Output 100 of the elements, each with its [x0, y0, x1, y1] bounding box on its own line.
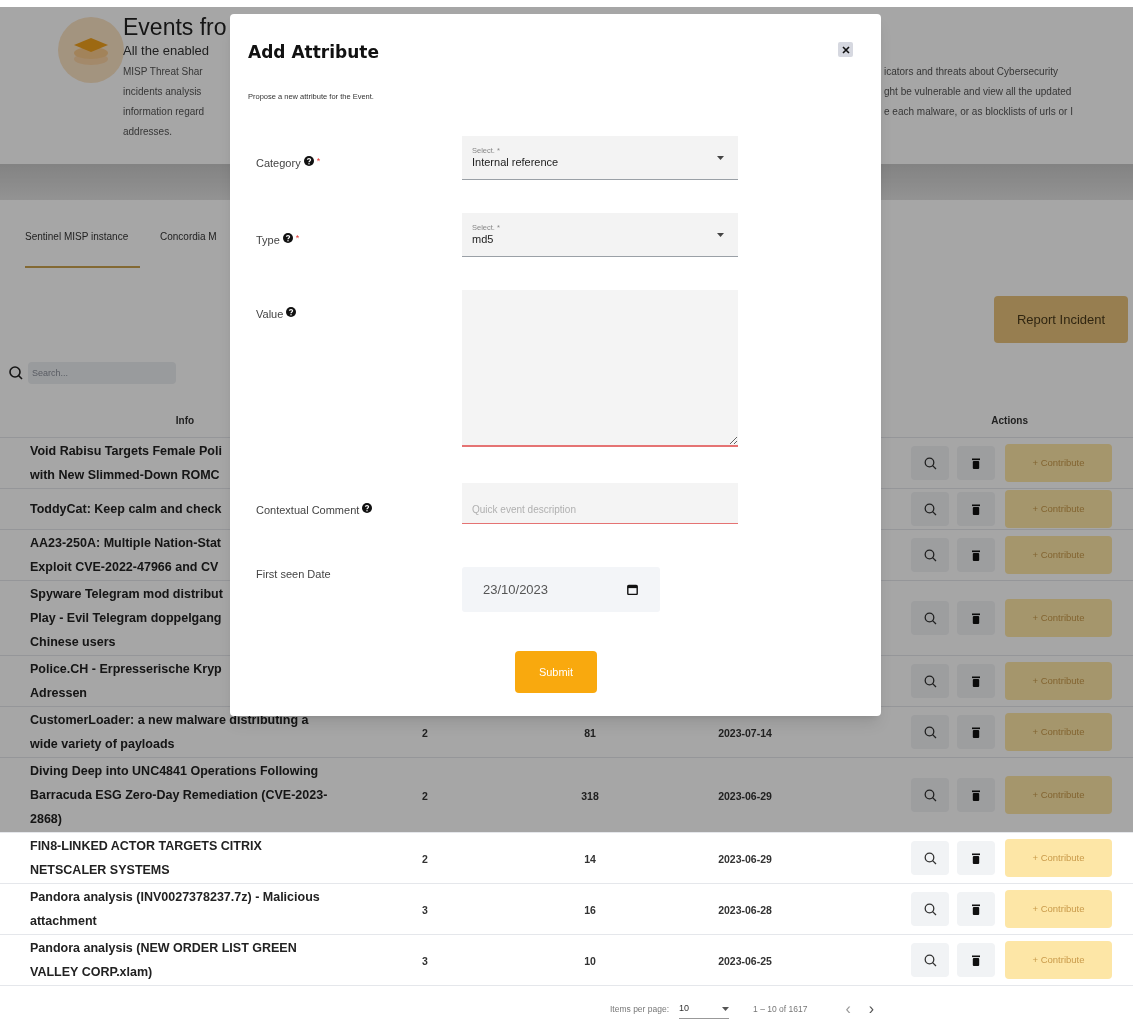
event-info: Exploit CVE-2022-47966 and CV: [30, 559, 219, 576]
view-button[interactable]: [911, 715, 949, 749]
view-button[interactable]: [911, 943, 949, 977]
table-cell: 2: [422, 853, 428, 865]
view-button[interactable]: [911, 538, 949, 572]
view-button[interactable]: [911, 446, 949, 480]
field-label: Contextual Comment: [256, 502, 360, 517]
description-text: MISP Threat Shar: [123, 64, 203, 79]
event-info: Spyware Telegram mod distribut: [30, 586, 223, 603]
search-icon: [923, 953, 937, 967]
page-range: 1 – 10 of 1617: [753, 1002, 808, 1016]
delete-button[interactable]: [957, 841, 995, 875]
event-info: CustomerLoader: a new malware distributing a wide variety of payloads: [30, 712, 310, 753]
search-icon: [923, 502, 937, 516]
view-button[interactable]: [911, 778, 949, 812]
page-title: Events fro: [123, 13, 228, 41]
contribute-button[interactable]: + Contribute: [1005, 839, 1112, 877]
search-icon: [923, 548, 937, 562]
description-text: e each malware, or as blocklists of urls or I: [884, 104, 1073, 119]
view-button[interactable]: [911, 664, 949, 698]
contribute-button[interactable]: + Contribute: [1005, 890, 1112, 928]
table-cell: 2: [422, 790, 428, 802]
dialog-title: Add Attribute: [248, 41, 379, 64]
dropdown-icon: [722, 1006, 730, 1011]
table-cell: 14: [584, 853, 596, 865]
view-button[interactable]: [911, 841, 949, 875]
delete-button[interactable]: [957, 492, 995, 526]
table-cell: 2023-06-29: [718, 790, 772, 802]
field-label: Type: [256, 232, 280, 247]
trash-icon: [972, 612, 980, 624]
table-cell: 3: [422, 955, 428, 967]
table-cell: 2023-06-25: [718, 955, 772, 967]
search-icon: [923, 851, 937, 865]
event-info: with New Slimmed-Down ROMC: [30, 467, 220, 484]
description-text: All the enabled: [123, 42, 209, 61]
tab[interactable]: Sentinel MISP instance: [25, 220, 140, 268]
next-page-button[interactable]: ›: [868, 997, 875, 1021]
delete-button[interactable]: [957, 601, 995, 635]
view-button[interactable]: [911, 892, 949, 926]
trash-icon: [972, 903, 980, 915]
tab[interactable]: Concordia M: [160, 220, 217, 268]
field-label: Value: [256, 306, 284, 321]
trash-icon: [972, 852, 980, 864]
trash-icon: [972, 549, 980, 561]
field-label: First seen Date: [256, 566, 331, 581]
delete-button[interactable]: [957, 778, 995, 812]
delete-button[interactable]: [957, 715, 995, 749]
close-icon: [841, 45, 850, 54]
logo-icon: [58, 17, 124, 83]
previous-page-button[interactable]: ‹: [845, 997, 851, 1021]
event-info: Adressen: [30, 685, 87, 702]
close-button[interactable]: [838, 42, 853, 57]
delete-button[interactable]: [957, 446, 995, 480]
field-label: Category: [256, 155, 301, 170]
table-cell: 81: [584, 727, 596, 739]
search-icon: [8, 365, 24, 381]
required-mark: *: [316, 155, 321, 166]
column-header: Info: [174, 413, 196, 428]
description-text: ght be vulnerable and view all the updated: [884, 84, 1072, 99]
table-cell: 2023-07-14: [718, 727, 772, 739]
description-text: addresses.: [123, 124, 172, 139]
trash-icon: [972, 675, 980, 687]
submit-button[interactable]: Submit: [515, 650, 597, 693]
table-cell: 318: [581, 790, 599, 802]
dropdown-icon: [717, 232, 724, 237]
page-size-select[interactable]: 10: [679, 999, 730, 1019]
view-button[interactable]: [911, 601, 949, 635]
delete-button[interactable]: [957, 538, 995, 572]
search-icon: [923, 611, 937, 625]
trash-icon: [972, 457, 980, 469]
event-info: Pandora analysis (INV0027378237.7z) - Malicious attachment: [30, 889, 321, 930]
search-icon: [923, 902, 937, 916]
delete-button[interactable]: [957, 892, 995, 926]
dropdown-icon: [717, 155, 724, 160]
table-cell: 10: [584, 955, 596, 967]
event-info: FIN8-LINKED ACTOR TARGETS CITRIX NETSCALER SYSTEMS: [30, 838, 263, 879]
description-text: information regard: [123, 104, 205, 119]
comment-field[interactable]: Quick event description: [462, 482, 738, 524]
trash-icon: [972, 503, 980, 515]
event-info: Pandora analysis (NEW ORDER LIST GREEN VALLEY CORP.xlam): [30, 940, 298, 981]
table-cell: 2: [422, 727, 428, 739]
view-button[interactable]: [911, 492, 949, 526]
column-header: Actions: [991, 413, 1028, 428]
search-icon: [923, 456, 937, 470]
description-text: incidents analysis: [123, 84, 202, 99]
delete-button[interactable]: [957, 664, 995, 698]
search-icon: [923, 788, 937, 802]
description-text: icators and threats about Cybersecurity: [884, 64, 1058, 79]
delete-button[interactable]: [957, 943, 995, 977]
date-field[interactable]: 23/10/2023: [462, 566, 660, 612]
search-icon: [923, 674, 937, 688]
report-incident-button[interactable]: Report Incident: [994, 296, 1128, 343]
trash-icon: [972, 954, 980, 966]
table-cell: 16: [584, 904, 596, 916]
event-info: AA23-250A: Multiple Nation-Stat: [30, 535, 221, 552]
trash-icon: [972, 726, 980, 738]
items-per-page-label: Items per page:: [610, 1002, 670, 1016]
event-info: Play - Evil Telegram doppelgang: [30, 610, 222, 627]
contribute-button[interactable]: + Contribute: [1005, 941, 1112, 979]
event-info: ToddyCat: Keep calm and check: [30, 501, 222, 518]
